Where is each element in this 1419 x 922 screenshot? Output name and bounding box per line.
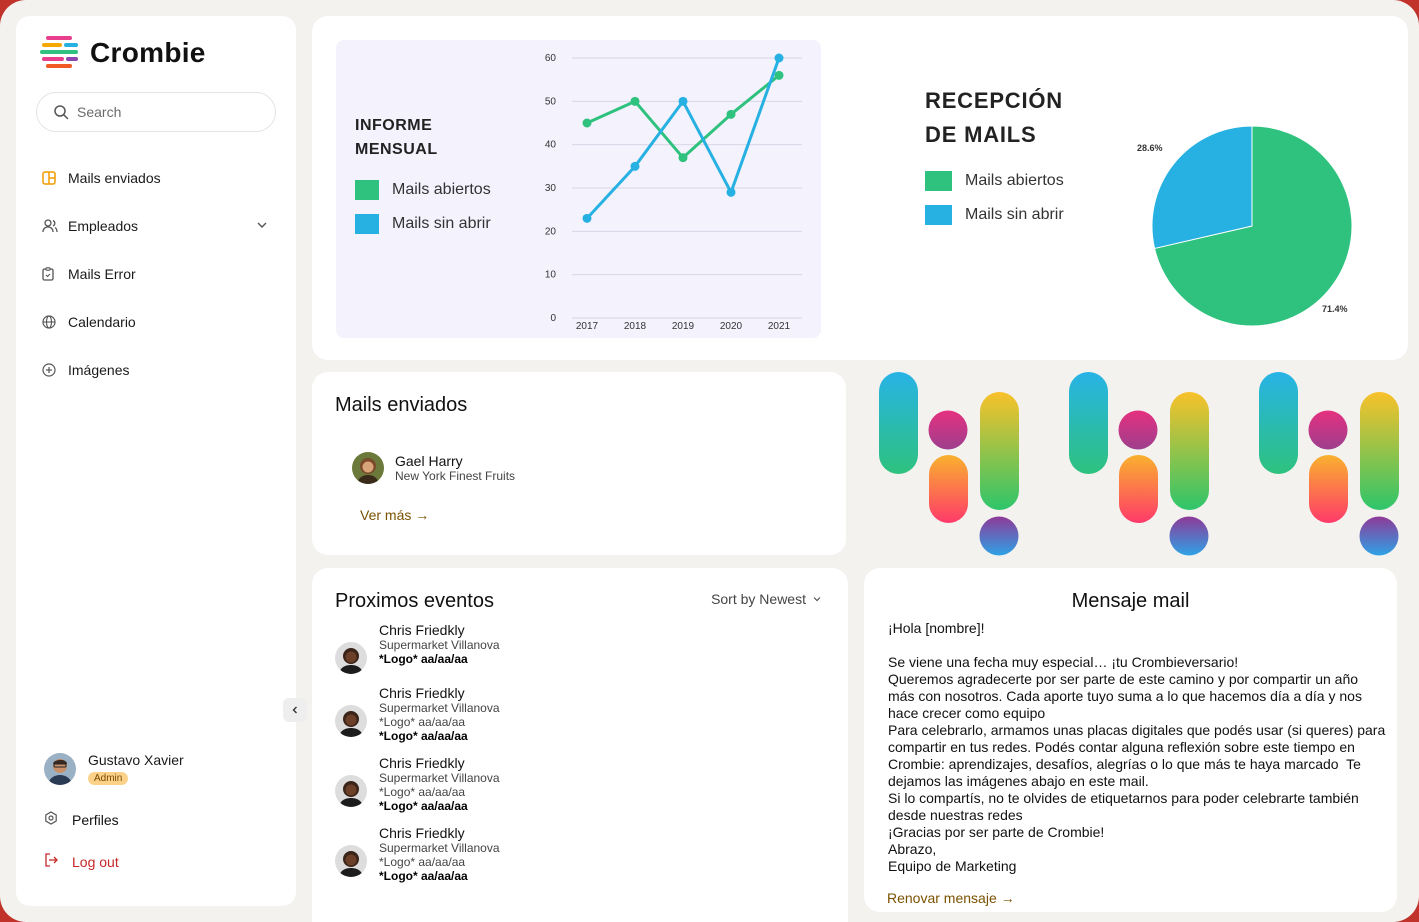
event-item[interactable]: Chris Friedkly Supermarket Villanova *Logo… [335, 685, 815, 749]
event-logo-date-bold: *Logo* aa/aa/aa [379, 729, 468, 743]
event-place: Supermarket Villanova [379, 841, 500, 855]
event-logo-date-bold: *Logo* aa/aa/aa [379, 869, 468, 883]
mensaje-title: Mensaje mail [1071, 590, 1190, 612]
event-name: Chris Friedkly [379, 685, 465, 701]
app-frame: Crombie Mails enviados Empleados [0, 0, 1419, 922]
eventos-title: Proximos eventos [335, 590, 494, 612]
event-item[interactable]: Chris Friedkly Supermarket Villanova *Logo… [335, 755, 815, 819]
pill-group [1069, 372, 1209, 556]
event-name: Chris Friedkly [379, 825, 465, 841]
sort-label: Sort by Newest [711, 591, 806, 607]
renovar-mensaje-link[interactable]: Renovar mensaje → [887, 890, 1015, 906]
event-name: Chris Friedkly [379, 622, 465, 638]
event-place: Supermarket Villanova [379, 638, 500, 652]
event-logo-date: *Logo* aa/aa/aa [379, 785, 466, 799]
event-item[interactable]: Chris Friedkly Supermarket Villanova *Logo… [335, 825, 815, 889]
sort-dropdown[interactable]: Sort by Newest [711, 591, 822, 607]
event-logo-date: *Logo* aa/aa/aa [379, 855, 466, 869]
avatar [335, 642, 367, 674]
pill-group [1259, 372, 1399, 556]
event-logo-date-bold: *Logo* aa/aa/aa [379, 799, 468, 813]
event-place: Supermarket Villanova [379, 701, 500, 715]
chevron-down-icon [813, 597, 821, 602]
avatar [335, 705, 367, 737]
mensaje-body: ¡Hola [nombre]! Se viene una fecha muy e… [888, 620, 1386, 874]
pill-group [879, 372, 1019, 556]
event-logo-date: *Logo* aa/aa/aa [379, 715, 466, 729]
mensaje-card: Mensaje mail ¡Hola [nombre]! Se viene un… [864, 568, 1397, 912]
avatar [335, 845, 367, 877]
event-item[interactable]: Chris Friedkly Supermarket Villanova *Logo… [335, 622, 815, 686]
event-place: Supermarket Villanova [379, 771, 500, 785]
avatar [335, 775, 367, 807]
event-name: Chris Friedkly [379, 755, 465, 771]
event-logo-date-bold: *Logo* aa/aa/aa [379, 652, 468, 666]
eventos-card: Proximos eventos Sort by Newest Chris Fr… [312, 568, 848, 922]
